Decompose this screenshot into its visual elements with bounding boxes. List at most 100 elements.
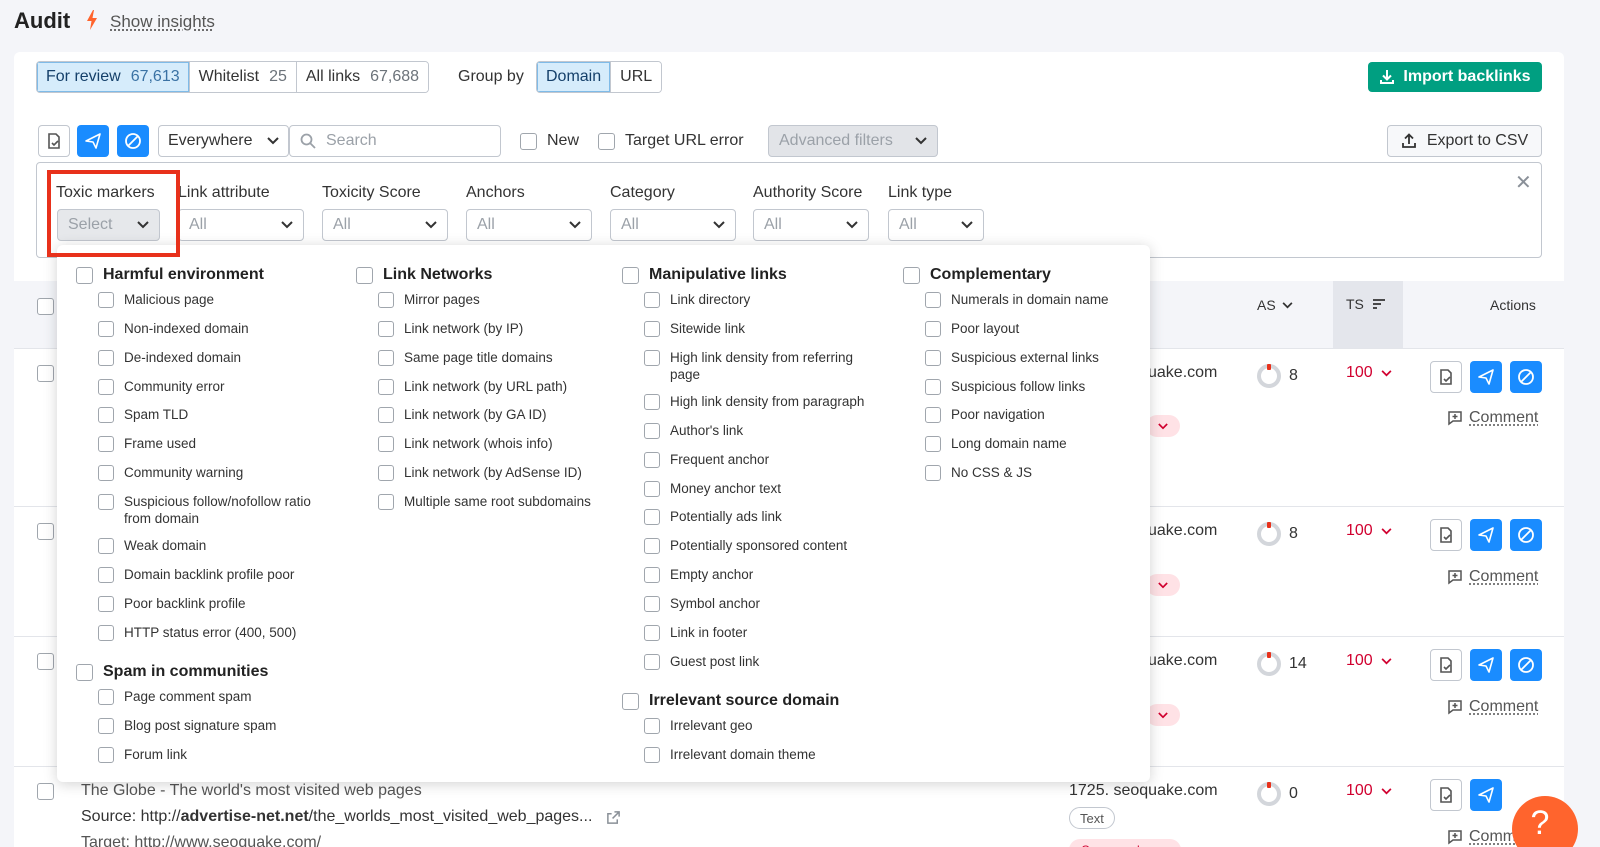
marker-checkbox[interactable] <box>98 292 114 308</box>
new-filter[interactable]: New <box>520 132 579 150</box>
marker-checkbox[interactable] <box>378 465 394 481</box>
marker-checkbox[interactable] <box>925 321 941 337</box>
marker-checkbox[interactable] <box>98 567 114 583</box>
group-checkbox[interactable] <box>76 266 93 284</box>
ts-column-header[interactable]: TS <box>1346 296 1386 312</box>
row-comment-link[interactable]: Comment <box>1447 568 1538 586</box>
marker-item[interactable]: Money anchor text <box>644 480 781 497</box>
row-checkbox[interactable] <box>37 783 54 800</box>
row-domain[interactable]: uake.com <box>1148 364 1217 382</box>
marker-item[interactable]: Sitewide link <box>644 320 745 337</box>
group-checkbox[interactable] <box>76 663 93 681</box>
help-button[interactable]: ? <box>1512 796 1578 847</box>
marker-checkbox[interactable] <box>98 718 114 734</box>
marker-checkbox[interactable] <box>378 436 394 452</box>
row-whitelist-button[interactable] <box>1470 361 1502 393</box>
marker-checkbox[interactable] <box>98 321 114 337</box>
marker-item[interactable]: No CSS & JS <box>925 464 1032 481</box>
send-to-whitelist-button[interactable] <box>77 125 109 157</box>
marker-item[interactable]: Mirror pages <box>378 291 480 308</box>
group-harmful-environment[interactable]: Harmful environment <box>76 266 264 284</box>
group-by-url[interactable]: URL <box>610 62 662 92</box>
show-insights-link[interactable]: Show insights <box>110 12 215 32</box>
marker-checkbox[interactable] <box>644 718 660 734</box>
as-column-header[interactable]: AS <box>1257 297 1293 313</box>
row-comment-link[interactable]: Comment <box>1447 698 1538 716</box>
marker-checkbox[interactable] <box>98 625 114 641</box>
marker-checkbox[interactable] <box>378 407 394 423</box>
row-disavow-button[interactable] <box>1510 649 1542 681</box>
marker-checkbox[interactable] <box>925 350 941 366</box>
marker-checkbox[interactable] <box>98 689 114 705</box>
toxicity-score-select[interactable]: All <box>322 209 448 241</box>
group-spam-in-communities[interactable]: Spam in communities <box>76 663 268 681</box>
row-comment-link[interactable]: Comm <box>1447 828 1516 846</box>
group-checkbox[interactable] <box>622 692 639 710</box>
marker-checkbox[interactable] <box>644 625 660 641</box>
authority-score-select[interactable]: All <box>753 209 869 241</box>
marker-item[interactable]: Poor layout <box>925 320 1019 337</box>
new-checkbox[interactable] <box>520 132 537 150</box>
marker-checkbox[interactable] <box>644 423 660 439</box>
marker-checkbox[interactable] <box>644 747 660 763</box>
import-backlinks-button[interactable]: Import backlinks <box>1368 62 1542 92</box>
group-complementary[interactable]: Complementary <box>903 266 1051 284</box>
marker-checkbox[interactable] <box>644 350 660 366</box>
marker-checkbox[interactable] <box>98 494 114 510</box>
marker-checkbox[interactable] <box>644 321 660 337</box>
marker-item[interactable]: Malicious page <box>98 291 214 308</box>
row-whitelist-button[interactable] <box>1470 649 1502 681</box>
advanced-filters-button[interactable]: Advanced filters <box>768 125 938 157</box>
marker-item[interactable]: Irrelevant domain theme <box>644 746 816 763</box>
marker-item[interactable]: Forum link <box>98 746 187 763</box>
marker-item[interactable]: Weak domain <box>98 537 206 554</box>
marker-checkbox[interactable] <box>644 596 660 612</box>
marker-item[interactable]: Multiple same root subdomains <box>378 493 591 510</box>
group-checkbox[interactable] <box>356 266 373 284</box>
marker-item[interactable]: Suspicious external links <box>925 349 1099 366</box>
marker-item[interactable]: Suspicious follow/nofollow ratio from do… <box>98 493 328 527</box>
marker-item[interactable]: Frequent anchor <box>644 451 769 468</box>
marker-item[interactable]: Link network (by GA ID) <box>378 406 547 423</box>
marker-checkbox[interactable] <box>378 321 394 337</box>
export-csv-button[interactable]: Export to CSV <box>1387 125 1542 157</box>
marker-checkbox[interactable] <box>98 436 114 452</box>
disavow-button[interactable] <box>117 125 149 157</box>
marker-checkbox[interactable] <box>98 407 114 423</box>
marker-checkbox[interactable] <box>644 538 660 554</box>
row-ts[interactable]: 100 <box>1346 522 1392 540</box>
target-url-error-checkbox[interactable] <box>598 132 615 150</box>
search-input[interactable] <box>326 132 486 150</box>
marker-checkbox[interactable] <box>378 292 394 308</box>
category-select[interactable]: All <box>610 209 736 241</box>
marker-item[interactable]: Blog post signature spam <box>98 717 276 734</box>
marker-item[interactable]: Community warning <box>98 464 243 481</box>
source-url[interactable]: http://advertise-net.net/the_worlds_most… <box>141 808 593 826</box>
tab-whitelist[interactable]: Whitelist 25 <box>188 62 296 92</box>
marker-item[interactable]: Empty anchor <box>644 566 753 583</box>
row-ts[interactable]: 100 <box>1346 652 1392 670</box>
marker-item[interactable]: High link density from paragraph <box>644 393 864 410</box>
marker-checkbox[interactable] <box>98 596 114 612</box>
marker-item[interactable]: Page comment spam <box>98 688 252 705</box>
marker-checkbox[interactable] <box>644 509 660 525</box>
select-all-checkbox[interactable] <box>37 298 54 315</box>
row-disavow-button[interactable] <box>1510 361 1542 393</box>
row-disavow-button[interactable] <box>1510 519 1542 551</box>
row-review-button[interactable] <box>1430 519 1462 551</box>
compound-pill[interactable] <box>1146 704 1180 726</box>
marker-item[interactable]: Domain backlink profile poor <box>98 566 294 583</box>
group-checkbox[interactable] <box>622 266 639 284</box>
row-checkbox[interactable] <box>37 653 54 670</box>
marker-item[interactable]: Numerals in domain name <box>925 291 1109 308</box>
marker-item[interactable]: Symbol anchor <box>644 595 760 612</box>
row-target[interactable]: Target: http://www.seoquake.com/ <box>81 834 321 847</box>
marker-checkbox[interactable] <box>98 538 114 554</box>
marker-checkbox[interactable] <box>378 350 394 366</box>
group-manipulative-links[interactable]: Manipulative links <box>622 266 787 284</box>
compound-pill[interactable] <box>1146 415 1180 437</box>
marker-item[interactable]: Irrelevant geo <box>644 717 753 734</box>
marker-item[interactable]: Guest post link <box>644 653 759 670</box>
marker-item[interactable]: Link directory <box>644 291 750 308</box>
tab-for-review[interactable]: For review 67,613 <box>37 62 189 92</box>
